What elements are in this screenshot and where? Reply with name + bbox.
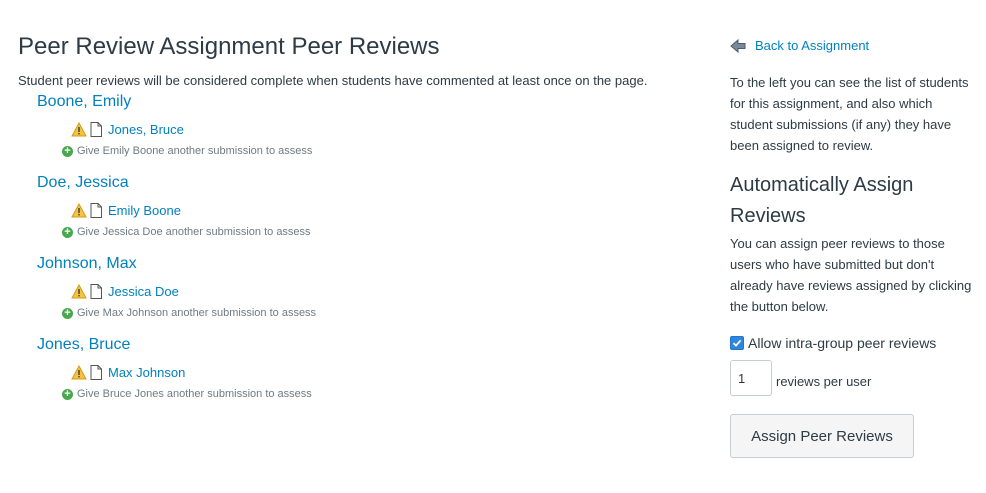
- page-title: Peer Review Assignment Peer Reviews: [18, 33, 440, 60]
- student-name-link[interactable]: Boone, Emily: [37, 93, 131, 111]
- document-icon: [90, 283, 102, 299]
- intra-group-checkbox[interactable]: [730, 336, 744, 350]
- check-icon: [732, 339, 742, 347]
- auto-assign-heading: Automatically Assign Reviews: [730, 174, 914, 227]
- student-list: Boone, Emily Jones, Bruce + Give Emily B…: [37, 93, 697, 417]
- document-icon: [90, 364, 102, 380]
- assessor-link[interactable]: Jessica Doe: [108, 284, 179, 299]
- give-submission-text[interactable]: Give Bruce Jones another submission to a…: [77, 388, 312, 400]
- intro-text: Student peer reviews will be considered …: [18, 73, 648, 88]
- warning-icon: [71, 364, 87, 379]
- document-icon: [90, 121, 102, 137]
- assessment-row: Jones, Bruce: [71, 120, 184, 138]
- student-item: Doe, Jessica Emily Boone + Give Jessica …: [37, 174, 697, 255]
- assessor-link[interactable]: Max Johnson: [108, 365, 185, 380]
- warning-icon: [71, 202, 87, 217]
- student-name-link[interactable]: Johnson, Max: [37, 255, 137, 273]
- reviews-count-input[interactable]: [730, 360, 772, 396]
- give-submission-text[interactable]: Give Jessica Doe another submission to a…: [77, 226, 311, 238]
- assessment-row: Emily Boone: [71, 201, 181, 219]
- document-icon: [90, 202, 102, 218]
- plus-circle-icon: +: [62, 388, 73, 400]
- arrow-left-icon: [730, 38, 746, 53]
- give-submission-row[interactable]: + Give Jessica Doe another submission to…: [62, 226, 311, 238]
- reviews-per-user-label: reviews per user: [776, 373, 872, 389]
- intra-group-option[interactable]: Allow intra-group peer reviews: [730, 335, 936, 351]
- give-submission-row[interactable]: + Give Max Johnson another submission to…: [62, 307, 316, 319]
- give-submission-text[interactable]: Give Emily Boone another submission to a…: [77, 145, 312, 157]
- warning-icon: [71, 121, 87, 136]
- plus-circle-icon: +: [62, 226, 73, 238]
- reviews-count-row: reviews per user: [730, 360, 871, 396]
- assign-peer-reviews-button[interactable]: Assign Peer Reviews: [730, 414, 914, 458]
- student-item: Johnson, Max Jessica Doe + Give Max John…: [37, 255, 697, 336]
- student-name-link[interactable]: Doe, Jessica: [37, 174, 129, 192]
- warning-icon: [71, 283, 87, 298]
- back-to-assignment-link[interactable]: Back to Assignment: [730, 38, 869, 53]
- back-to-assignment-label[interactable]: Back to Assignment: [755, 38, 869, 53]
- give-submission-row[interactable]: + Give Bruce Jones another submission to…: [62, 388, 312, 400]
- student-item: Jones, Bruce Max Johnson + Give Bruce Jo…: [37, 336, 697, 417]
- assessment-row: Max Johnson: [71, 363, 185, 381]
- assessor-link[interactable]: Emily Boone: [108, 203, 181, 218]
- sidebar-description: To the left you can see the list of stud…: [730, 75, 969, 153]
- auto-assign-description: You can assign peer reviews to those use…: [730, 236, 972, 314]
- assessment-row: Jessica Doe: [71, 282, 179, 300]
- assessor-link[interactable]: Jones, Bruce: [108, 122, 184, 137]
- student-name-link[interactable]: Jones, Bruce: [37, 336, 130, 354]
- give-submission-row[interactable]: + Give Emily Boone another submission to…: [62, 145, 312, 157]
- student-item: Boone, Emily Jones, Bruce + Give Emily B…: [37, 93, 697, 174]
- intra-group-label: Allow intra-group peer reviews: [748, 335, 937, 351]
- give-submission-text[interactable]: Give Max Johnson another submission to a…: [77, 307, 316, 319]
- plus-circle-icon: +: [62, 145, 73, 157]
- plus-circle-icon: +: [62, 307, 73, 319]
